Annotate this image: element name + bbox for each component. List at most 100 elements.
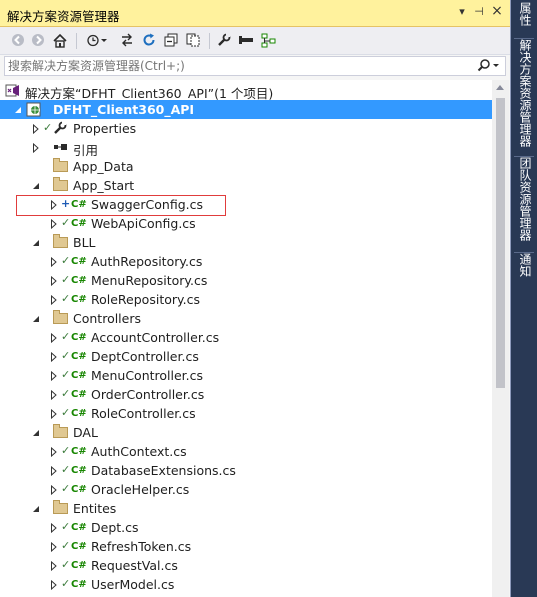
checked-in-icon: ✓ <box>61 482 71 495</box>
expanded-arrow-icon[interactable] <box>31 313 41 323</box>
view-class-diagram-button[interactable] <box>258 31 278 50</box>
folder-node[interactable]: Entites <box>0 499 492 518</box>
folder-node[interactable]: App_Data <box>0 157 492 176</box>
expanded-arrow-icon[interactable] <box>31 237 41 247</box>
file-node[interactable]: ✓ C# AuthContext.cs <box>0 442 492 461</box>
csharp-file-icon: C# <box>71 579 87 590</box>
preview-icon <box>239 36 253 44</box>
collapsed-arrow-icon[interactable] <box>49 351 59 363</box>
node-label: DAL <box>73 425 98 440</box>
window-position-dropdown[interactable]: ▾ <box>455 5 469 18</box>
file-node[interactable]: ✓ C# RequestVal.cs <box>0 556 492 575</box>
file-node[interactable]: ✓ C# MenuController.cs <box>0 366 492 385</box>
file-node[interactable]: ✓ C# WebApiConfig.cs <box>0 214 492 233</box>
collapsed-arrow-icon[interactable] <box>31 123 41 135</box>
csharp-file-icon: C# <box>71 389 87 400</box>
forward-button[interactable] <box>28 31 48 50</box>
collapsed-arrow-icon[interactable] <box>49 370 59 382</box>
expanded-arrow-icon[interactable] <box>31 503 41 513</box>
file-node[interactable]: ✓ C# RefreshToken.cs <box>0 537 492 556</box>
tree-node[interactable]: 引用 <box>0 138 492 158</box>
node-label: BLL <box>73 235 96 250</box>
side-tab-properties[interactable]: 属性 <box>514 2 534 30</box>
show-all-files-button[interactable] <box>183 31 203 50</box>
file-node[interactable]: ✓ C# RoleController.cs <box>0 404 492 423</box>
collapsed-arrow-icon[interactable] <box>49 579 59 591</box>
project-node[interactable]: DFHT_Client360_API <box>0 100 492 119</box>
checked-in-icon: ✓ <box>61 216 71 229</box>
collapsed-arrow-icon[interactable] <box>49 256 59 268</box>
home-button[interactable] <box>50 31 70 50</box>
csharp-file-icon: C# <box>71 275 87 286</box>
properties-button[interactable] <box>214 31 234 50</box>
node-label: OrderController.cs <box>91 387 205 402</box>
auto-hide-pin-button[interactable]: ⊣ <box>472 5 486 18</box>
collapsed-arrow-icon[interactable] <box>49 218 59 230</box>
file-node[interactable]: ✓ C# Dept.cs <box>0 518 492 537</box>
show-all-files-icon <box>186 33 200 47</box>
collapsed-arrow-icon[interactable] <box>49 484 59 496</box>
folder-node[interactable]: App_Start <box>0 176 492 195</box>
collapsed-arrow-icon[interactable] <box>49 522 59 534</box>
node-label: Entites <box>73 501 117 516</box>
node-label: DeptController.cs <box>91 349 199 364</box>
csharp-file-icon: C# <box>71 370 87 381</box>
folder-node[interactable]: DAL <box>0 423 492 442</box>
file-node[interactable]: ✓ C# RoleRepository.cs <box>0 290 492 309</box>
collapsed-arrow-icon[interactable] <box>49 294 59 306</box>
expanded-arrow-icon[interactable] <box>31 180 41 190</box>
folder-icon <box>53 310 69 326</box>
folder-icon <box>53 424 69 440</box>
scrollbar-thumb[interactable] <box>496 98 505 388</box>
search-icon <box>477 59 499 72</box>
side-tab-team-explorer[interactable]: 团队资源管理器 <box>514 156 534 245</box>
file-node[interactable]: ✓ C# OrderController.cs <box>0 385 492 404</box>
toolbar-separator <box>76 33 77 49</box>
pending-changes-filter-button[interactable] <box>84 31 112 50</box>
panel-title-bar: 解决方案资源管理器 ▾ ⊣ × <box>0 0 510 27</box>
scroll-up-arrow-icon[interactable] <box>496 85 504 90</box>
file-node[interactable]: ✓ C# AccountController.cs <box>0 328 492 347</box>
search-input[interactable] <box>8 58 478 74</box>
file-node[interactable]: ✓ C# MenuRepository.cs <box>0 271 492 290</box>
tree-node[interactable]: ✓ Properties <box>0 119 492 138</box>
search-box[interactable] <box>4 56 506 76</box>
collapsed-arrow-icon[interactable] <box>49 275 59 287</box>
csharp-web-project-icon <box>26 102 42 117</box>
preview-selected-items-button[interactable] <box>236 31 256 50</box>
collapsed-arrow-icon[interactable] <box>49 465 59 477</box>
forward-arrow-icon <box>32 34 44 46</box>
refresh-button[interactable] <box>139 31 159 50</box>
collapsed-arrow-icon[interactable] <box>49 408 59 420</box>
side-tab-solution-explorer[interactable]: 解决方案资源管理器 <box>514 38 534 147</box>
collapsed-arrow-icon[interactable] <box>31 142 41 154</box>
solution-explorer-panel: 解决方案资源管理器 ▾ ⊣ × 搜索解决方案资源管理器(Ctrl+;) 解决方案… <box>0 0 511 597</box>
collapsed-arrow-icon[interactable] <box>49 541 59 553</box>
file-node[interactable]: ✓ C# DeptController.cs <box>0 347 492 366</box>
collapse-all-button[interactable] <box>161 31 181 50</box>
folder-node[interactable]: BLL <box>0 233 492 252</box>
back-button[interactable] <box>8 31 28 50</box>
checked-in-icon: ✓ <box>61 292 71 305</box>
expanded-arrow-icon[interactable] <box>31 427 41 437</box>
file-node[interactable]: ✓ C# OracleHelper.cs <box>0 480 492 499</box>
folder-node[interactable]: Controllers <box>0 309 492 328</box>
checked-in-icon: ✓ <box>61 330 71 343</box>
sync-with-active-document-button[interactable] <box>117 31 137 50</box>
checked-in-icon: ✓ <box>61 520 71 533</box>
vertical-scrollbar[interactable] <box>492 80 509 597</box>
collapsed-arrow-icon[interactable] <box>49 560 59 572</box>
folder-shape <box>53 234 68 248</box>
file-node[interactable]: ✓ C# DatabaseExtensions.cs <box>0 461 492 480</box>
csharp-file-icon: C# <box>71 465 87 476</box>
close-panel-button[interactable]: × <box>490 3 504 19</box>
collapsed-arrow-icon[interactable] <box>49 446 59 458</box>
collapsed-arrow-icon[interactable] <box>49 389 59 401</box>
side-tab-notifications[interactable]: 通知 <box>514 252 534 283</box>
collapsed-arrow-icon[interactable] <box>49 332 59 344</box>
solution-node[interactable]: 解决方案“DFHT_Client360_API”(1 个项目) <box>0 81 492 101</box>
search-options-button[interactable] <box>477 58 501 74</box>
file-node[interactable]: ✓ C# AuthRepository.cs <box>0 252 492 271</box>
file-node[interactable]: ✓ C# UserModel.cs <box>0 575 492 594</box>
expanded-arrow-icon[interactable] <box>13 104 23 114</box>
